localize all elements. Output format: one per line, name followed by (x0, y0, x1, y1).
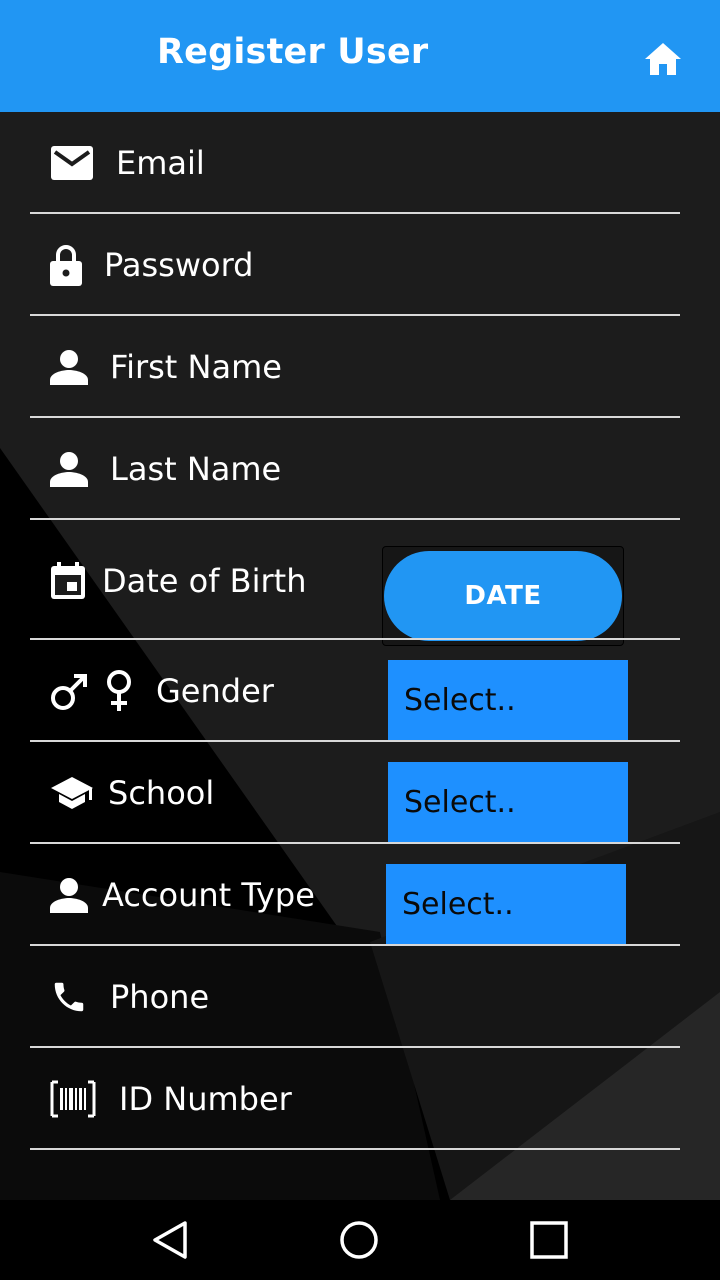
phone-row: Phone (0, 946, 720, 1048)
email-field[interactable]: Email (50, 112, 205, 214)
home-circle-icon (340, 1221, 378, 1259)
email-icon (50, 145, 94, 181)
first-name-row: First Name (0, 316, 720, 418)
recents-icon (530, 1221, 568, 1259)
dob-label: Date of Birth (102, 562, 307, 600)
recents-button[interactable] (509, 1200, 589, 1280)
dob-field: Date of Birth (50, 520, 307, 642)
registration-form: Email Password First Name Last Name Date… (0, 112, 720, 1150)
school-select[interactable]: Select.. (388, 762, 628, 842)
home-button[interactable] (638, 34, 688, 84)
lock-icon (50, 244, 82, 286)
date-button-container: DATE (382, 546, 624, 646)
first-name-label: First Name (110, 348, 282, 386)
password-label: Password (104, 246, 254, 284)
id-number-row: ID Number (0, 1048, 720, 1150)
school-field: School (50, 742, 214, 844)
account-type-field: Account Type (50, 844, 315, 946)
person-icon (50, 877, 88, 913)
id-number-label: ID Number (119, 1080, 292, 1118)
phone-icon (50, 978, 88, 1016)
dob-row: Date of Birth DATE (0, 520, 720, 646)
person-icon (50, 349, 88, 385)
page-title: Register User (157, 32, 429, 72)
app-bar: Register User (0, 0, 720, 112)
last-name-row: Last Name (0, 418, 720, 520)
first-name-field[interactable]: First Name (50, 316, 282, 418)
gender-field: Gender (50, 640, 274, 742)
last-name-field[interactable]: Last Name (50, 418, 281, 520)
email-label: Email (116, 144, 205, 182)
phone-label: Phone (110, 978, 210, 1016)
gender-label: Gender (156, 672, 274, 710)
divider (30, 1148, 680, 1150)
phone-field[interactable]: Phone (50, 946, 209, 1048)
password-field[interactable]: Password (50, 214, 253, 316)
barcode-icon (50, 1080, 96, 1118)
back-button[interactable] (130, 1200, 210, 1280)
gender-icon (50, 669, 136, 713)
account-type-row: Account Type Select.. (0, 844, 720, 946)
account-type-label: Account Type (102, 876, 315, 914)
password-row: Password (0, 214, 720, 316)
system-nav-bar (0, 1200, 720, 1280)
home-icon (645, 43, 681, 75)
email-row: Email (0, 112, 720, 214)
last-name-label: Last Name (110, 450, 282, 488)
school-icon (50, 775, 94, 811)
gender-select[interactable]: Select.. (388, 660, 628, 740)
gender-row: Gender Select.. (0, 640, 720, 742)
back-icon (153, 1221, 187, 1259)
home-nav-button[interactable] (319, 1200, 399, 1280)
calendar-icon (50, 562, 86, 600)
date-button[interactable]: DATE (384, 551, 622, 641)
account-type-select[interactable]: Select.. (386, 864, 626, 944)
school-row: School Select.. (0, 742, 720, 844)
school-label: School (108, 774, 215, 812)
id-number-field[interactable]: ID Number (50, 1048, 292, 1150)
person-icon (50, 451, 88, 487)
